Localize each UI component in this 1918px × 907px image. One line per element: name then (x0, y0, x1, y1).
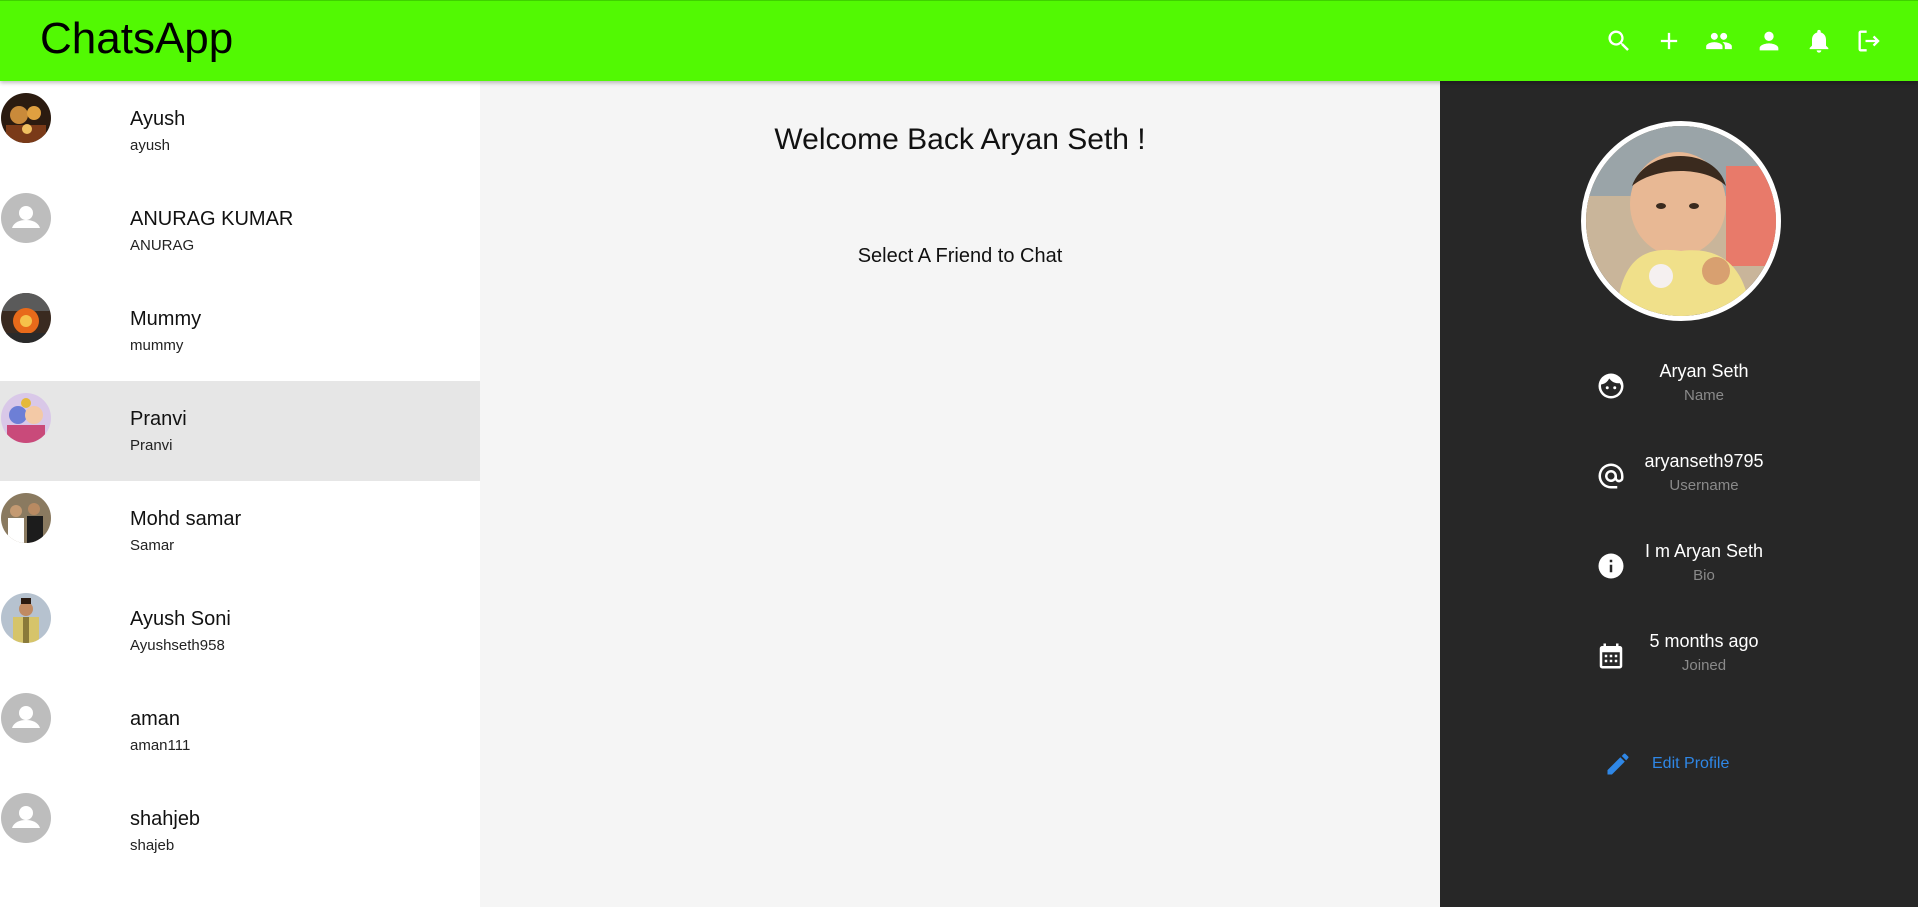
search-button[interactable] (1594, 17, 1644, 65)
friend-item-mummy[interactable]: Mummy mummy (0, 281, 480, 381)
friend-name: Mummy (130, 308, 202, 330)
new-group-button[interactable] (1644, 17, 1694, 65)
profile-bio-value: I m Aryan Seth (1644, 541, 1764, 561)
logout-icon (1858, 30, 1880, 52)
profile-bio-label: Bio (1693, 567, 1715, 584)
person-icon (1759, 31, 1779, 51)
friend-item-aman[interactable]: aman aman111 (0, 681, 480, 781)
friend-username: Pranvi (130, 437, 173, 454)
friend-name: Pranvi (130, 408, 187, 430)
avatar (1, 193, 51, 243)
friend-item-pranvi[interactable]: Pranvi Pranvi (0, 381, 480, 481)
profile-joined-label: Joined (1681, 657, 1727, 674)
select-friend-hint: Select A Friend to Chat (857, 245, 1063, 267)
friend-name: Mohd samar (130, 508, 242, 530)
profile-photo (1581, 121, 1781, 321)
profile-button[interactable] (1744, 17, 1794, 65)
profile-username-row: aryanseth9795 Username (1440, 451, 1918, 511)
default-avatar-icon (12, 206, 40, 228)
manage-groups-button[interactable] (1694, 17, 1744, 65)
friend-username: shajeb (130, 837, 175, 854)
welcome-heading: Welcome Back Aryan Seth ! (774, 123, 1146, 156)
avatar (1, 493, 51, 543)
default-avatar-icon (12, 806, 40, 828)
profile-bio-row: I m Aryan Seth Bio (1440, 541, 1918, 601)
edit-profile-button[interactable]: Edit Profile (1604, 749, 1729, 779)
logout-button[interactable] (1844, 17, 1894, 65)
friend-name: aman (130, 708, 181, 730)
chat-placeholder: Welcome Back Aryan Seth ! Select A Frien… (480, 81, 1440, 907)
profile-username-value: aryanseth9795 (1644, 451, 1764, 471)
profile-name-label: Name (1683, 387, 1724, 404)
friend-username: aman111 (130, 737, 191, 754)
friend-item-shahjeb[interactable]: shahjeb shajeb (0, 781, 480, 881)
profile-joined-value: 5 months ago (1649, 631, 1759, 651)
avatar (1, 393, 51, 443)
avatar (1, 693, 51, 743)
friend-item-ayush[interactable]: Ayush ayush (0, 81, 480, 181)
profile-username-label: Username (1669, 477, 1739, 494)
avatar (1, 93, 51, 143)
bell-icon (1809, 29, 1829, 53)
profile-name-value: Aryan Seth (1659, 361, 1749, 381)
pencil-icon (1607, 753, 1629, 775)
edit-profile-label: Edit Profile (1652, 755, 1730, 772)
profile-panel: Aryan Seth Name aryanseth9795 Username I… (1440, 81, 1918, 907)
profile-name-row: Aryan Seth Name (1440, 361, 1918, 421)
avatar (1, 593, 51, 643)
friend-name: Ayush Soni (130, 608, 231, 630)
friend-name: shahjeb (130, 808, 201, 830)
notifications-button[interactable] (1794, 17, 1844, 65)
friend-username: ayush (130, 137, 171, 154)
profile-joined-row: 5 months ago Joined (1440, 631, 1918, 691)
friend-name: Ayush (130, 108, 186, 130)
default-avatar-icon (12, 706, 40, 728)
friend-item-ayush-soni[interactable]: Ayush Soni Ayushseth958 (0, 581, 480, 681)
header-actions (1594, 17, 1894, 65)
avatar (1, 793, 51, 843)
group-icon (1706, 32, 1732, 50)
top-app-bar: ChatsApp (0, 0, 1918, 81)
friend-item-anurag-kumar[interactable]: ANURAG KUMAR ANURAG (0, 181, 480, 281)
friend-username: Ayushseth958 (130, 637, 225, 654)
friend-username: mummy (130, 337, 184, 354)
friends-list: Ayush ayush ANURAG KUMAR ANURAG Mummy mu… (0, 81, 480, 907)
friend-name: ANURAG KUMAR (130, 208, 294, 230)
search-icon (1608, 30, 1629, 51)
avatar (1, 293, 51, 343)
friend-username: Samar (130, 537, 175, 554)
add-icon (1660, 32, 1678, 50)
friend-item-mohd-samar[interactable]: Mohd samar Samar (0, 481, 480, 581)
friend-username: ANURAG (130, 237, 195, 254)
app-title: ChatsApp (40, 14, 234, 63)
